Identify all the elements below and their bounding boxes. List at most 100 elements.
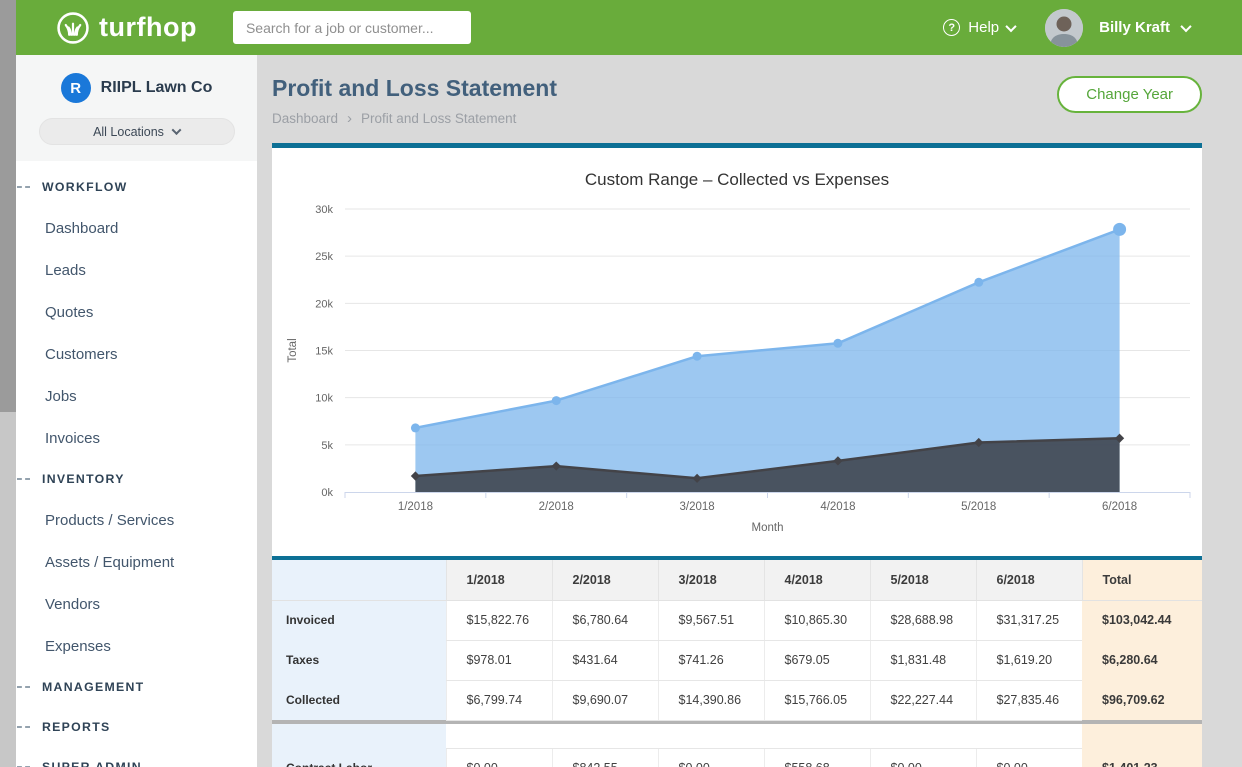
chevron-down-icon — [171, 125, 181, 135]
table-header-row: 1/20182/20183/20184/20185/20186/2018Tota… — [272, 560, 1202, 600]
table-cell: $28,688.98 — [870, 600, 976, 640]
table-cell: $6,799.74 — [446, 680, 552, 720]
breadcrumb-current: Profit and Loss Statement — [361, 111, 516, 126]
x-tick-label: 5/2018 — [961, 501, 996, 513]
row-total: $103,042.44 — [1082, 600, 1202, 640]
table-cell: $978.01 — [446, 640, 552, 680]
help-icon: ? — [943, 19, 960, 36]
profit-loss-table: 1/20182/20183/20184/20185/20186/2018Tota… — [272, 560, 1202, 767]
table-cell: $741.26 — [658, 640, 764, 680]
scrollbar-thumb[interactable] — [0, 0, 16, 412]
nav-section-reports[interactable]: REPORTS — [16, 707, 257, 747]
x-tick-label: 1/2018 — [398, 501, 433, 513]
row-total: $96,709.62 — [1082, 680, 1202, 720]
page-scrollbar[interactable] — [0, 0, 16, 767]
chevron-down-icon — [1005, 20, 1016, 31]
report-card: Custom Range – Collected vs Expenses0k5k… — [272, 143, 1202, 767]
main-content: Profit and Loss Statement Dashboard › Pr… — [257, 55, 1242, 767]
nav-section-inventory[interactable]: INVENTORY — [16, 459, 257, 499]
column-header: Total — [1082, 560, 1202, 600]
table-cell: $15,822.76 — [446, 600, 552, 640]
help-label: Help — [968, 19, 999, 36]
sidebar-item-invoices[interactable]: Invoices — [16, 417, 257, 459]
column-header — [272, 560, 446, 600]
row-total: $1,401.23 — [1082, 748, 1202, 767]
row-label: Contract Labor — [272, 748, 446, 767]
x-tick-label: 4/2018 — [820, 501, 855, 513]
sidebar-item-expenses[interactable]: Expenses — [16, 625, 257, 667]
y-tick-label: 0k — [321, 487, 333, 499]
brand-logo[interactable]: turfhop — [56, 11, 197, 45]
data-point-collected[interactable] — [411, 423, 420, 432]
spacer-row — [272, 724, 1202, 748]
data-point-collected[interactable] — [1113, 223, 1126, 236]
search-input[interactable] — [233, 11, 471, 44]
nav-section-label: WORKFLOW — [42, 180, 128, 194]
table-cell: $14,390.86 — [658, 680, 764, 720]
location-selector[interactable]: All Locations — [39, 118, 235, 145]
x-axis-title: Month — [752, 522, 784, 534]
avatar-photo — [1045, 9, 1083, 47]
tree-dash-icon — [17, 478, 30, 480]
y-tick-label: 15k — [315, 346, 333, 358]
brand-name: turfhop — [99, 12, 197, 43]
y-tick-label: 25k — [315, 251, 333, 263]
table-cell: $31,317.25 — [976, 600, 1082, 640]
company-block: R RIIPL Lawn Co All Locations — [16, 55, 257, 161]
turfhop-grass-icon — [56, 11, 90, 45]
change-year-button[interactable]: Change Year — [1057, 76, 1202, 113]
breadcrumb-separator-icon: › — [347, 111, 352, 126]
row-label: Collected — [272, 680, 446, 720]
table-row: Contract Labor$0.00$842.55$0.00$558.68$0… — [272, 748, 1202, 767]
y-tick-label: 20k — [315, 298, 333, 310]
breadcrumb: Dashboard › Profit and Loss Statement — [272, 111, 557, 126]
user-menu[interactable]: Billy Kraft — [1099, 19, 1190, 36]
table-cell: $0.00 — [658, 748, 764, 767]
data-point-collected[interactable] — [552, 396, 561, 405]
table-cell: $22,227.44 — [870, 680, 976, 720]
table-row: Taxes$978.01$431.64$741.26$679.05$1,831.… — [272, 640, 1202, 680]
nav-section-super-admin[interactable]: SUPER ADMIN — [16, 747, 257, 767]
nav-section-label: REPORTS — [42, 720, 111, 734]
nav-section-management[interactable]: MANAGEMENT — [16, 667, 257, 707]
data-point-collected[interactable] — [974, 278, 983, 287]
data-point-collected[interactable] — [693, 352, 702, 361]
chevron-down-icon — [1180, 20, 1191, 31]
table-cell: $10,865.30 — [764, 600, 870, 640]
top-navbar: turfhop ? Help Billy Kraft — [16, 0, 1242, 55]
sidebar-item-quotes[interactable]: Quotes — [16, 291, 257, 333]
table-cell: $679.05 — [764, 640, 870, 680]
table-cell: $1,831.48 — [870, 640, 976, 680]
tree-dash-icon — [17, 686, 30, 688]
help-menu[interactable]: ? Help — [943, 19, 1015, 36]
table-cell: $0.00 — [446, 748, 552, 767]
x-tick-label: 2/2018 — [539, 501, 574, 513]
data-point-collected[interactable] — [833, 339, 842, 348]
sidebar-item-dashboard[interactable]: Dashboard — [16, 207, 257, 249]
sidebar-item-assets-equipment[interactable]: Assets / Equipment — [16, 541, 257, 583]
location-label: All Locations — [93, 125, 164, 139]
collected-vs-expenses-chart[interactable]: Custom Range – Collected vs Expenses0k5k… — [272, 148, 1202, 556]
sidebar-item-customers[interactable]: Customers — [16, 333, 257, 375]
sidebar-item-jobs[interactable]: Jobs — [16, 375, 257, 417]
sidebar-nav: WORKFLOW DashboardLeadsQuotesCustomersJob… — [16, 161, 257, 767]
column-header: 6/2018 — [976, 560, 1082, 600]
table-cell: $6,780.64 — [552, 600, 658, 640]
nav-section-workflow[interactable]: WORKFLOW — [16, 167, 257, 207]
breadcrumb-dashboard[interactable]: Dashboard — [272, 111, 338, 126]
sidebar-item-vendors[interactable]: Vendors — [16, 583, 257, 625]
app-viewport: turfhop ? Help Billy Kraft — [0, 0, 1242, 767]
tree-dash-icon — [17, 186, 30, 188]
sidebar-item-products-services[interactable]: Products / Services — [16, 499, 257, 541]
x-tick-label: 3/2018 — [679, 501, 714, 513]
company-name: RIIPL Lawn Co — [101, 79, 213, 97]
y-tick-label: 5k — [321, 440, 333, 452]
user-avatar[interactable] — [1045, 9, 1083, 47]
y-tick-label: 10k — [315, 393, 333, 405]
table-row: Collected$6,799.74$9,690.07$14,390.86$15… — [272, 680, 1202, 720]
row-label: Taxes — [272, 640, 446, 680]
nav-section-label: MANAGEMENT — [42, 680, 145, 694]
nav-section-label: INVENTORY — [42, 472, 125, 486]
sidebar: R RIIPL Lawn Co All Locations WORKFLOW Da… — [16, 55, 257, 767]
sidebar-item-leads[interactable]: Leads — [16, 249, 257, 291]
